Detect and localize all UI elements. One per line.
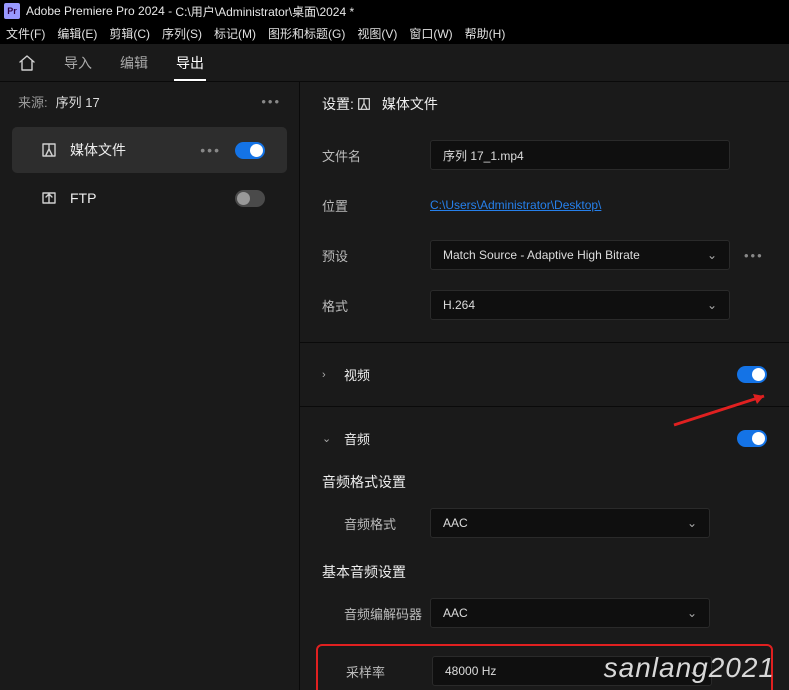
audio-codec-row: 音频编解码器 AAC ⌄	[300, 588, 789, 638]
destination-list: 媒体文件 ••• FTP	[0, 121, 299, 227]
body-area: 来源: 序列 17 ••• 媒体文件 ••• FTP	[0, 82, 789, 690]
menu-sequence[interactable]: 序列(S)	[162, 25, 202, 42]
menu-bar: 文件(F) 编辑(E) 剪辑(C) 序列(S) 标记(M) 图形和标题(G) 视…	[0, 22, 789, 44]
audio-codec-label: 音频编解码器	[344, 604, 430, 623]
menu-marker[interactable]: 标记(M)	[214, 25, 256, 42]
location-row: 位置 C:\Users\Administrator\Desktop\	[300, 180, 789, 230]
chevron-down-icon: ⌄	[689, 664, 699, 678]
menu-help[interactable]: 帮助(H)	[465, 25, 506, 42]
preset-select[interactable]: Match Source - Adaptive High Bitrate ⌄	[430, 240, 730, 270]
preset-label: 预设	[322, 246, 430, 265]
audio-codec-select[interactable]: AAC ⌄	[430, 598, 710, 628]
title-bar: Pr Adobe Premiere Pro 2024 - C:\用户\Admin…	[0, 0, 789, 22]
dest-media-file[interactable]: 媒体文件 •••	[12, 127, 287, 173]
filename-input[interactable]: 序列 17_1.mp4	[430, 140, 730, 170]
audio-toggle[interactable]	[737, 430, 767, 447]
sample-rate-label: 采样率	[346, 662, 432, 681]
preset-value: Match Source - Adaptive High Bitrate	[443, 248, 640, 262]
section-divider	[300, 342, 789, 343]
audio-section-header[interactable]: ⌄ 音频	[300, 419, 789, 458]
section-divider	[300, 406, 789, 407]
window-title-doc: C:\用户\Administrator\桌面\2024 *	[175, 3, 354, 20]
chevron-down-icon: ⌄	[707, 298, 717, 312]
window-title-sep: -	[165, 4, 176, 18]
sample-rate-select[interactable]: 48000 Hz ⌄	[432, 656, 712, 686]
preset-row: 预设 Match Source - Adaptive High Bitrate …	[300, 230, 789, 280]
filename-row: 文件名 序列 17_1.mp4	[300, 130, 789, 180]
format-label: 格式	[322, 296, 430, 315]
video-section-header[interactable]: › 视频	[300, 355, 789, 394]
preset-more-icon[interactable]: •••	[744, 248, 764, 263]
ftp-icon	[40, 189, 58, 207]
audio-codec-value: AAC	[443, 606, 468, 620]
chevron-down-icon: ⌄	[322, 432, 336, 445]
menu-view[interactable]: 视图(V)	[357, 25, 397, 42]
settings-header-value: 媒体文件	[382, 94, 438, 114]
sample-rate-value: 48000 Hz	[445, 664, 496, 678]
dest-media-toggle[interactable]	[235, 142, 265, 159]
workspace-tabs: 导入 编辑 导出	[0, 44, 789, 82]
home-icon[interactable]	[18, 54, 36, 72]
source-name: 序列 17	[56, 92, 100, 111]
audio-format-value: AAC	[443, 516, 468, 530]
audio-basic-heading: 基本音频设置	[300, 548, 789, 588]
menu-window[interactable]: 窗口(W)	[409, 25, 452, 42]
settings-panel: 设置: 媒体文件 文件名 序列 17_1.mp4 位置 C:\Users\Adm…	[300, 82, 789, 690]
menu-edit[interactable]: 编辑(E)	[57, 25, 97, 42]
sample-rate-row: 采样率 48000 Hz ⌄	[318, 648, 771, 690]
chevron-down-icon: ⌄	[687, 516, 697, 530]
audio-section-label: 音频	[344, 429, 737, 448]
format-value: H.264	[443, 298, 475, 312]
chevron-right-icon: ›	[322, 369, 336, 381]
chevron-down-icon: ⌄	[707, 248, 717, 262]
source-label: 来源:	[18, 92, 48, 111]
window-title-app: Adobe Premiere Pro 2024	[26, 4, 165, 18]
app-logo: Pr	[4, 3, 20, 19]
menu-graphics[interactable]: 图形和标题(G)	[268, 25, 345, 42]
location-link[interactable]: C:\Users\Administrator\Desktop\	[430, 190, 730, 220]
dest-ftp-toggle[interactable]	[235, 190, 265, 207]
dest-ftp[interactable]: FTP	[12, 175, 287, 221]
audio-format-select[interactable]: AAC ⌄	[430, 508, 710, 538]
dest-ftp-label: FTP	[70, 190, 235, 206]
audio-format-label: 音频格式	[344, 514, 430, 533]
source-more-icon[interactable]: •••	[261, 94, 281, 109]
source-panel: 来源: 序列 17 ••• 媒体文件 ••• FTP	[0, 82, 300, 690]
tab-export[interactable]: 导出	[176, 44, 204, 81]
location-label: 位置	[322, 196, 430, 215]
menu-clip[interactable]: 剪辑(C)	[109, 25, 150, 42]
filename-label: 文件名	[322, 146, 430, 165]
chevron-down-icon: ⌄	[687, 606, 697, 620]
tab-import[interactable]: 导入	[64, 44, 92, 81]
video-section-label: 视频	[344, 365, 737, 384]
media-file-icon	[356, 96, 372, 112]
audio-format-row: 音频格式 AAC ⌄	[300, 498, 789, 548]
source-header: 来源: 序列 17 •••	[0, 82, 299, 121]
tab-edit[interactable]: 编辑	[120, 44, 148, 81]
audio-format-heading: 音频格式设置	[300, 458, 789, 498]
format-select[interactable]: H.264 ⌄	[430, 290, 730, 320]
settings-label: 设置:	[322, 94, 354, 114]
video-toggle[interactable]	[737, 366, 767, 383]
media-file-icon	[40, 141, 58, 159]
format-row: 格式 H.264 ⌄	[300, 280, 789, 330]
menu-file[interactable]: 文件(F)	[6, 25, 45, 42]
settings-header: 设置: 媒体文件	[300, 82, 789, 130]
dest-media-label: 媒体文件	[70, 140, 200, 160]
dest-media-more-icon[interactable]: •••	[200, 142, 221, 158]
sample-rate-highlight: 采样率 48000 Hz ⌄	[316, 644, 773, 690]
